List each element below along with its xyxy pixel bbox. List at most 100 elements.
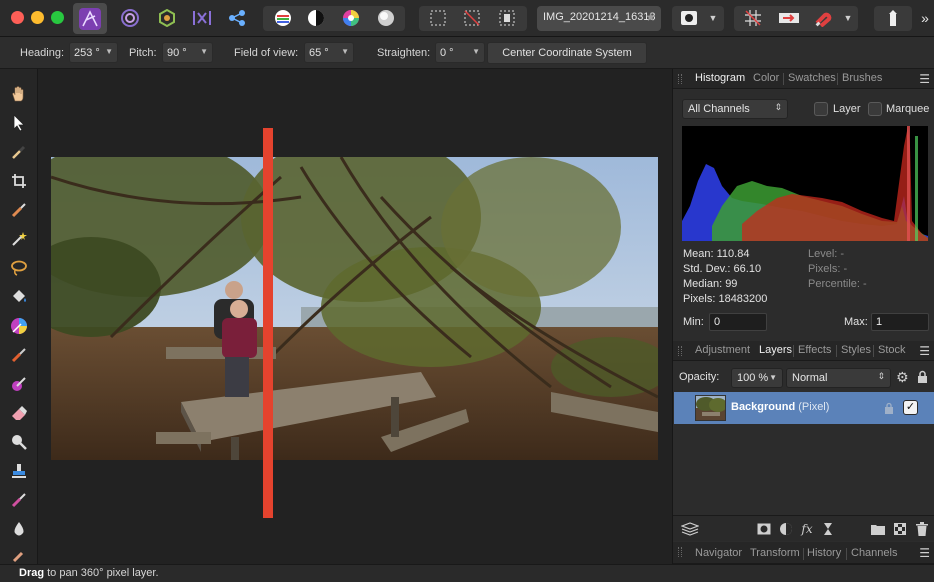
snapping-dropdown-button[interactable]: ▼ — [840, 5, 856, 31]
black-white-button[interactable] — [303, 5, 329, 31]
view-tool[interactable] — [9, 84, 29, 104]
live-filter-fx-icon[interactable]: fx — [800, 522, 814, 536]
paint-brush-tool[interactable] — [9, 345, 29, 365]
max-input[interactable]: 1 — [871, 313, 929, 331]
studio-panels: Histogram Color Swatches Brushes ☰ All C… — [672, 69, 934, 564]
layers-stack-icon[interactable] — [681, 522, 699, 536]
panel-menu-icon[interactable]: ☰ — [919, 546, 930, 560]
canvas-area[interactable] — [38, 69, 672, 564]
flood-fill-tool[interactable] — [9, 287, 29, 307]
add-pixel-layer-icon[interactable] — [893, 522, 907, 536]
tab-layers[interactable]: Layers — [759, 344, 792, 356]
color-wheel-icon — [343, 10, 359, 26]
export-persona-button[interactable] — [226, 5, 248, 31]
tab-navigator[interactable]: Navigator — [695, 547, 742, 559]
move-tool[interactable] — [9, 113, 29, 133]
dodge-brush-tool[interactable] — [9, 432, 29, 452]
liquify-persona-button[interactable] — [117, 5, 143, 31]
tab-divider — [783, 73, 784, 85]
lock-icon[interactable] — [917, 370, 928, 386]
snapping-button[interactable] — [810, 5, 836, 31]
tab-styles[interactable]: Styles — [841, 344, 871, 356]
tab-adjustment[interactable]: Adjustment — [695, 344, 750, 356]
layer-checkbox[interactable] — [814, 102, 828, 116]
tab-swatches[interactable]: Swatches — [788, 72, 836, 84]
crop-tool[interactable] — [9, 171, 29, 191]
zoom-window-button[interactable] — [51, 11, 64, 24]
star-icon[interactable]: ★ — [645, 10, 656, 24]
panel-menu-icon[interactable]: ☰ — [919, 344, 930, 358]
arrange-button[interactable] — [881, 5, 905, 31]
more-toolbar-button[interactable]: » — [917, 5, 933, 31]
tab-histogram[interactable]: Histogram — [695, 72, 745, 84]
blend-mode-dropdown[interactable]: Normal ⇕ — [786, 368, 891, 388]
deselect-button[interactable] — [460, 5, 484, 31]
layer-visibility-checkbox[interactable]: ✓ — [903, 400, 918, 415]
panel-grip-handle[interactable] — [678, 547, 682, 557]
inpainting-brush-tool[interactable] — [9, 490, 29, 510]
minimize-window-button[interactable] — [31, 11, 44, 24]
folder-icon[interactable] — [871, 522, 885, 536]
lock-icon[interactable] — [884, 402, 894, 417]
mask-layer-icon[interactable] — [757, 522, 771, 536]
panel-menu-icon[interactable]: ☰ — [919, 72, 930, 86]
erase-brush-tool[interactable] — [9, 403, 29, 423]
assistant-button[interactable] — [775, 5, 803, 31]
panel-grip-handle[interactable] — [678, 74, 682, 84]
color-picker-tool[interactable] — [9, 142, 29, 162]
tab-channels[interactable]: Channels — [851, 547, 897, 559]
level-stat: Level: - — [808, 248, 845, 260]
levels-button[interactable] — [270, 5, 296, 31]
photo-persona-button[interactable] — [73, 3, 107, 34]
straighten-field[interactable]: 0 ° ▼ — [435, 42, 485, 63]
heading-field[interactable]: 253 ° ▼ — [69, 42, 118, 63]
develop-persona-button[interactable] — [155, 5, 179, 31]
hourglass-icon[interactable] — [821, 522, 835, 536]
trash-icon[interactable] — [915, 522, 929, 536]
median-stat: Median: 99 — [683, 278, 738, 290]
freehand-selection-tool[interactable] — [9, 258, 29, 278]
layer-name-text: Background — [731, 401, 796, 413]
center-coordinate-system-button[interactable]: Center Coordinate System — [487, 42, 647, 64]
tab-transform[interactable]: Transform — [750, 547, 800, 559]
selection-brush-tool[interactable] — [9, 200, 29, 220]
tab-brushes[interactable]: Brushes — [842, 72, 882, 84]
tab-effects[interactable]: Effects — [798, 344, 831, 356]
adjustment-layer-icon[interactable] — [779, 522, 793, 536]
tab-history[interactable]: History — [807, 547, 841, 559]
close-window-button[interactable] — [11, 11, 24, 24]
opacity-dropdown[interactable]: 100 % ▼ — [731, 368, 783, 388]
heading-label: Heading: — [20, 47, 65, 59]
gear-icon[interactable]: ⚙ — [896, 369, 909, 386]
pitch-field[interactable]: 90 ° ▼ — [162, 42, 213, 63]
invert-selection-button[interactable] — [495, 5, 519, 31]
grid-button[interactable] — [740, 5, 766, 31]
smudge-brush-tool[interactable] — [9, 546, 29, 566]
opacity-value: 100 % — [737, 372, 769, 384]
min-input[interactable]: 0 — [709, 313, 767, 331]
document-tab[interactable]: IMG_20201214_16313 ★ — [537, 6, 661, 31]
panorama-photo[interactable] — [51, 157, 658, 460]
hsl-button[interactable] — [338, 5, 364, 31]
gradient-tool[interactable] — [9, 316, 29, 336]
magic-wand-icon — [12, 232, 27, 246]
tone-mapping-persona-button[interactable] — [190, 5, 214, 31]
mode-dropdown-button[interactable]: ▼ — [705, 5, 721, 31]
tab-color[interactable]: Color — [753, 72, 779, 84]
layer-row-background[interactable]: Background (Pixel) ✓ — [674, 392, 934, 424]
channels-dropdown[interactable]: All Channels ⇕ — [682, 99, 788, 119]
tab-divider — [836, 345, 837, 357]
field-of-view-field[interactable]: 65 ° ▼ — [304, 42, 354, 63]
histogram-graph — [682, 126, 928, 241]
split-view-divider[interactable] — [263, 128, 273, 518]
white-balance-button[interactable] — [373, 5, 399, 31]
flood-select-tool[interactable] — [9, 229, 29, 249]
color-replacement-tool[interactable] — [9, 374, 29, 394]
tab-stock[interactable]: Stock — [878, 344, 906, 356]
panel-grip-handle[interactable] — [678, 346, 682, 356]
blur-brush-tool[interactable] — [9, 519, 29, 539]
marquee-checkbox[interactable] — [868, 102, 882, 116]
clone-brush-tool[interactable] — [9, 461, 29, 481]
select-all-button[interactable] — [426, 5, 450, 31]
quick-mask-button[interactable] — [677, 5, 701, 31]
